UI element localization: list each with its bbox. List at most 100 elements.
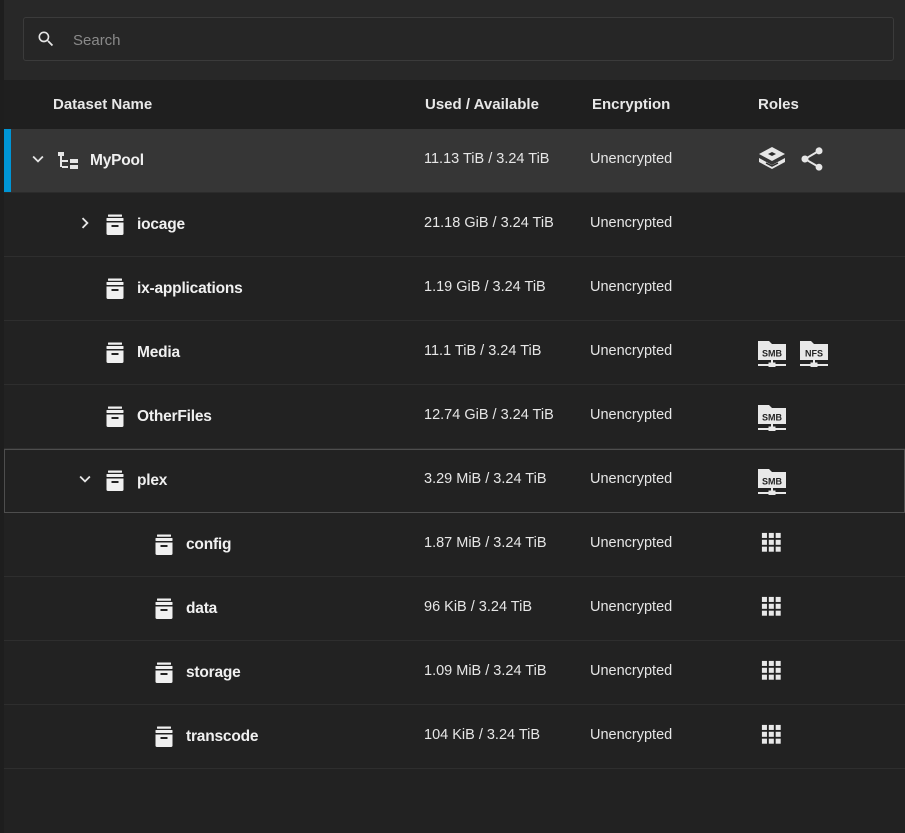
chevron-right-icon xyxy=(74,212,96,239)
dataset-name-cell: iocage xyxy=(73,193,185,257)
table-row[interactable]: iocage 21.18 GiB / 3.24 TiB Unencrypted xyxy=(4,193,905,257)
dataset-name: OtherFiles xyxy=(137,408,212,425)
svg-text:SMB: SMB xyxy=(762,349,783,359)
table-row[interactable]: transcode 104 KiB / 3.24 TiB Unencrypted xyxy=(4,705,905,769)
chevron-down-icon xyxy=(27,148,49,175)
table-row[interactable]: MyPool 11.13 TiB / 3.24 TiB Unencrypted xyxy=(4,129,905,193)
dataset-name: data xyxy=(186,600,218,617)
used-available-value: 1.19 GiB / 3.24 TiB xyxy=(424,279,546,295)
dataset-icon xyxy=(103,341,127,365)
dataset-name: storage xyxy=(186,664,241,681)
used-available-value: 1.87 MiB / 3.24 TiB xyxy=(424,535,547,551)
roles-cell: SMB NFS xyxy=(756,321,830,385)
svg-text:NFS: NFS xyxy=(805,349,823,359)
dataset-name: plex xyxy=(137,472,168,489)
table-row[interactable]: plex 3.29 MiB / 3.24 TiB Unencrypted SMB xyxy=(4,449,905,513)
dataset-icon xyxy=(103,213,127,237)
apps-grid-icon[interactable] xyxy=(761,532,783,559)
encryption-status: Unencrypted xyxy=(590,279,673,295)
dataset-name: Media xyxy=(137,344,180,361)
dataset-name: MyPool xyxy=(90,152,144,169)
encryption-status: Unencrypted xyxy=(590,471,673,487)
svg-text:SMB: SMB xyxy=(762,477,783,487)
used-available-value: 21.18 GiB / 3.24 TiB xyxy=(424,215,554,231)
share-icon[interactable] xyxy=(798,145,826,178)
used-available-value: 104 KiB / 3.24 TiB xyxy=(424,727,541,743)
roles-cell xyxy=(756,513,783,577)
svg-text:SMB: SMB xyxy=(762,413,783,423)
encryption-status: Unencrypted xyxy=(590,407,673,423)
dataset-icon xyxy=(103,405,127,429)
dataset-name-cell: MyPool xyxy=(26,129,144,193)
used-available-value: 1.09 MiB / 3.24 TiB xyxy=(424,663,547,679)
roles-cell xyxy=(756,577,783,641)
table-row[interactable]: config 1.87 MiB / 3.24 TiB Unencrypted xyxy=(4,513,905,577)
dataset-name-cell: OtherFiles xyxy=(73,385,212,449)
encryption-status: Unencrypted xyxy=(590,663,673,679)
encryption-status: Unencrypted xyxy=(590,599,673,615)
smb-share-icon[interactable]: SMB xyxy=(756,337,788,369)
collapse-toggle[interactable] xyxy=(26,149,50,173)
datasets-table: Dataset Name Used / Available Encryption… xyxy=(4,80,905,833)
collapse-toggle[interactable] xyxy=(73,469,97,493)
dataset-icon xyxy=(152,661,176,685)
used-available-value: 11.13 TiB / 3.24 TiB xyxy=(424,151,550,167)
encryption-status: Unencrypted xyxy=(590,215,673,231)
roles-cell xyxy=(756,705,783,769)
encryption-status: Unencrypted xyxy=(590,343,673,359)
dataset-name-cell: config xyxy=(122,513,231,577)
used-available-value: 3.29 MiB / 3.24 TiB xyxy=(424,471,547,487)
search-input[interactable] xyxy=(71,18,875,62)
dataset-name: config xyxy=(186,536,232,553)
selection-indicator xyxy=(4,129,11,192)
search-icon xyxy=(38,31,54,47)
expand-toggle[interactable] xyxy=(73,213,97,237)
dataset-icon xyxy=(103,277,127,301)
dataset-name: iocage xyxy=(137,216,185,233)
column-header-used-available[interactable]: Used / Available xyxy=(425,96,539,113)
dataset-name-cell: data xyxy=(122,577,217,641)
smb-share-icon[interactable]: SMB xyxy=(756,401,788,433)
dataset-icon xyxy=(103,469,127,493)
apps-grid-icon[interactable] xyxy=(761,660,783,687)
apps-grid-icon[interactable] xyxy=(761,724,783,751)
table-row[interactable]: Media 11.1 TiB / 3.24 TiB Unencrypted SMB NF… xyxy=(4,321,905,385)
used-available-value: 96 KiB / 3.24 TiB xyxy=(424,599,533,615)
search-bar xyxy=(4,0,905,80)
table-row[interactable]: storage 1.09 MiB / 3.24 TiB Unencrypted xyxy=(4,641,905,705)
apps-grid-icon[interactable] xyxy=(761,596,783,623)
encryption-status: Unencrypted xyxy=(590,727,673,743)
dataset-name-cell: Media xyxy=(73,321,180,385)
dataset-icon xyxy=(152,725,176,749)
roles-cell xyxy=(756,641,783,705)
encryption-status: Unencrypted xyxy=(590,151,673,167)
nfs-share-icon[interactable]: NFS xyxy=(798,337,830,369)
pool-tree-icon xyxy=(56,149,80,173)
search-box[interactable] xyxy=(23,17,894,62)
used-available-value: 11.1 TiB / 3.24 TiB xyxy=(424,343,542,359)
column-header-encryption[interactable]: Encryption xyxy=(592,96,670,113)
dataset-sharing-icon[interactable] xyxy=(756,143,788,180)
dataset-name: transcode xyxy=(186,728,259,745)
table-row[interactable]: OtherFiles 12.74 GiB / 3.24 TiB Unencrypte… xyxy=(4,385,905,449)
dataset-name-cell: ix-applications xyxy=(73,257,243,321)
datasets-app: Dataset Name Used / Available Encryption… xyxy=(0,0,905,833)
dataset-name-cell: storage xyxy=(122,641,241,705)
column-header-dataset-name[interactable]: Dataset Name xyxy=(53,96,152,113)
table-row[interactable]: ix-applications 1.19 GiB / 3.24 TiB Unencr… xyxy=(4,257,905,321)
dataset-name: ix-applications xyxy=(137,280,243,297)
table-header: Dataset Name Used / Available Encryption… xyxy=(4,80,905,130)
dataset-icon xyxy=(152,533,176,557)
used-available-value: 12.74 GiB / 3.24 TiB xyxy=(424,407,554,423)
chevron-down-icon xyxy=(74,468,96,495)
encryption-status: Unencrypted xyxy=(590,535,673,551)
dataset-name-cell: transcode xyxy=(122,705,258,769)
dataset-name-cell: plex xyxy=(73,449,167,513)
roles-cell: SMB xyxy=(756,449,788,513)
table-row[interactable]: data 96 KiB / 3.24 TiB Unencrypted xyxy=(4,577,905,641)
smb-share-icon[interactable]: SMB xyxy=(756,465,788,497)
roles-cell: SMB xyxy=(756,385,788,449)
dataset-icon xyxy=(152,597,176,621)
column-header-roles[interactable]: Roles xyxy=(758,96,799,113)
roles-cell xyxy=(756,129,826,193)
